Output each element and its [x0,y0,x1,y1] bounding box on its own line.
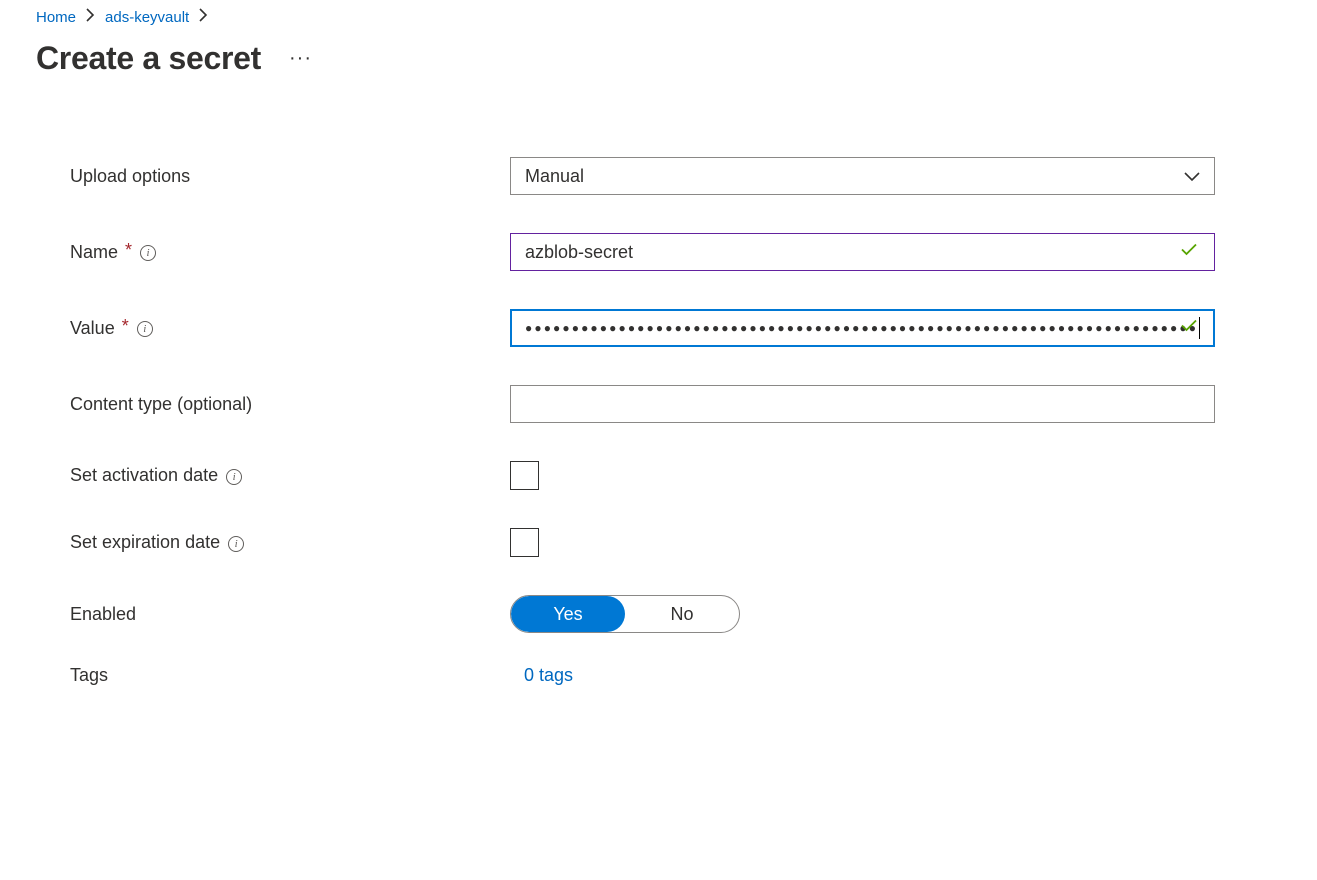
name-label: Name [70,242,118,263]
required-indicator: * [125,240,132,261]
tags-link[interactable]: 0 tags [524,665,573,686]
enabled-no-button[interactable]: No [625,596,739,632]
upload-options-select[interactable]: Manual [510,157,1215,195]
chevron-right-icon [86,8,95,26]
info-icon[interactable]: i [228,536,244,552]
page-title: Create a secret [36,40,261,77]
breadcrumb-home[interactable]: Home [36,9,76,26]
activation-date-label: Set activation date [70,465,218,486]
expiration-date-label: Set expiration date [70,532,220,553]
activation-date-checkbox[interactable] [510,461,539,490]
value-masked-text: ●●●●●●●●●●●●●●●●●●●●●●●●●●●●●●●●●●●●●●●●… [525,321,1197,335]
more-actions-button[interactable]: ··· [289,47,312,70]
upload-options-label: Upload options [70,166,190,187]
content-type-label: Content type (optional) [70,394,252,415]
breadcrumb: Home ads-keyvault [36,8,1317,26]
enabled-toggle: Yes No [510,595,740,633]
info-icon[interactable]: i [137,321,153,337]
value-label: Value [70,318,115,339]
upload-options-value: Manual [525,166,584,187]
value-input[interactable]: ●●●●●●●●●●●●●●●●●●●●●●●●●●●●●●●●●●●●●●●●… [510,309,1215,347]
tags-label: Tags [70,665,108,686]
enabled-label: Enabled [70,604,136,625]
info-icon[interactable]: i [226,469,242,485]
chevron-down-icon [1184,166,1200,187]
enabled-yes-button[interactable]: Yes [511,596,625,632]
required-indicator: * [122,316,129,337]
chevron-right-icon [199,8,208,26]
breadcrumb-keyvault[interactable]: ads-keyvault [105,9,189,26]
text-caret [1199,317,1200,339]
info-icon[interactable]: i [140,245,156,261]
expiration-date-checkbox[interactable] [510,528,539,557]
name-input[interactable] [510,233,1215,271]
content-type-input[interactable] [510,385,1215,423]
